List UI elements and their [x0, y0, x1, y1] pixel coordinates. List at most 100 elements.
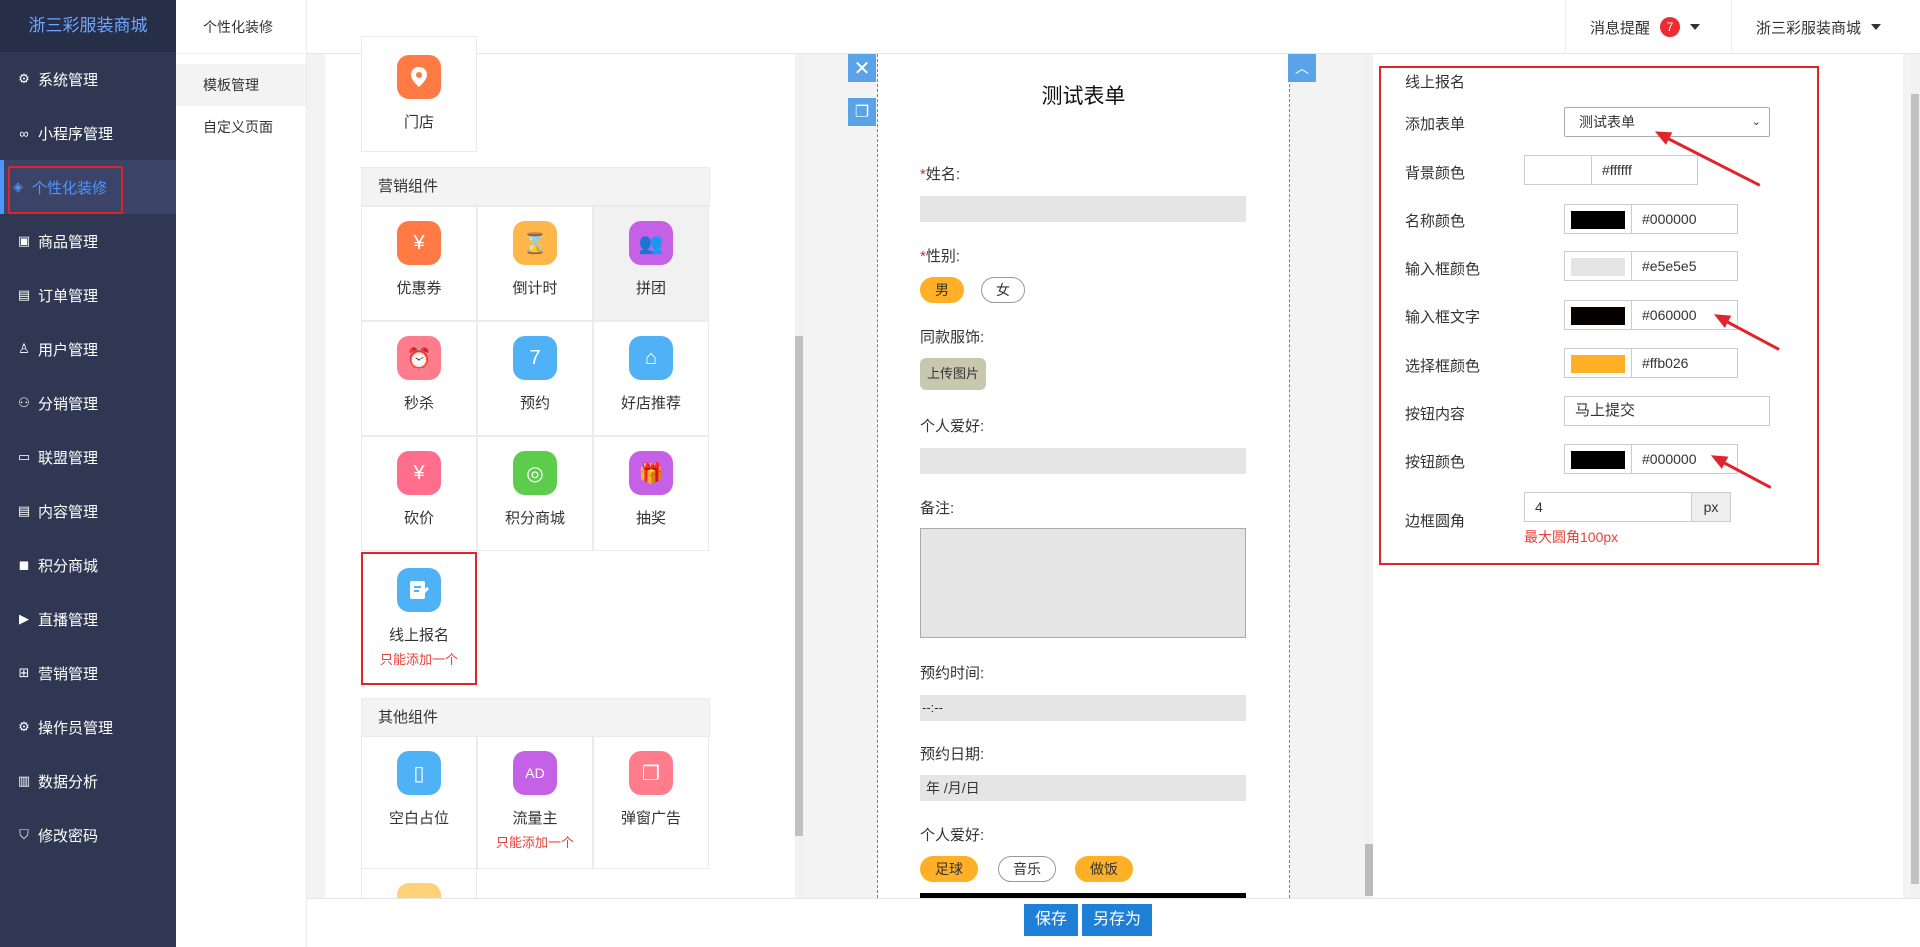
messages-label: 消息提醒 [1590, 19, 1651, 37]
user-icon: ♙ [18, 341, 30, 356]
save-button[interactable]: 保存 [1024, 904, 1078, 936]
bg-color-fill [1531, 162, 1585, 180]
component-marketing-7[interactable]: ¥ 砍价 [361, 436, 477, 551]
component-label: 积分商城 [504, 510, 565, 527]
component-other-2[interactable]: AD 流量主只能添加一个 [477, 736, 593, 869]
hobby-option-cooking[interactable]: 做饭 [1075, 856, 1133, 882]
name-color-input[interactable]: #000000 [1631, 204, 1738, 234]
sidebar-item-2[interactable]: ∞ 小程序管理 [0, 106, 176, 160]
chevron-down-icon: ⌄ [1751, 116, 1761, 128]
gender-option-male[interactable]: 男 [920, 277, 964, 303]
upload-image-button[interactable]: 上传图片 [920, 358, 986, 390]
component-label: 优惠券 [396, 280, 442, 297]
component-marketing-3[interactable]: 👥 拼团 [593, 206, 709, 321]
component-label: 秒杀 [403, 395, 434, 412]
component-partial[interactable] [361, 868, 477, 899]
remark-textarea[interactable] [920, 528, 1246, 638]
sidebar-item-1[interactable]: ⚙ 系统管理 [0, 52, 176, 106]
sidebar-item-label: 操作员管理 [38, 719, 114, 737]
radius-input[interactable]: 4 [1524, 492, 1692, 522]
gender-option-female[interactable]: 女 [981, 277, 1025, 303]
component-marketing-1[interactable]: ¥ 优惠券 [361, 206, 477, 321]
select-color-label: 选择框颜色 [1405, 358, 1481, 375]
component-store[interactable]: 门店 [361, 36, 477, 152]
name-input[interactable] [920, 196, 1246, 222]
sidebar-item-label: 小程序管理 [38, 125, 114, 143]
sidebar-item-8[interactable]: ▭ 联盟管理 [0, 430, 176, 484]
bg-color-swatch[interactable] [1524, 155, 1592, 185]
location-icon [397, 55, 441, 99]
hobby-option-football[interactable]: 足球 [920, 856, 978, 882]
alarm-icon: ⏰ [397, 336, 441, 380]
highlight-box-nav [8, 166, 123, 214]
field-label-hobby2: 个人爱好: [920, 827, 985, 844]
save-as-button[interactable]: 另存为 [1082, 904, 1152, 936]
sidebar-item-13[interactable]: ⚙ 操作员管理 [0, 700, 176, 754]
button-text-input[interactable]: 马上提交 [1564, 396, 1770, 426]
radius-hint: 最大圆角100px [1524, 529, 1619, 545]
component-marketing-6[interactable]: ⌂ 好店推荐 [593, 321, 709, 436]
radius-label: 边框圆角 [1405, 513, 1466, 530]
component-marketing-8[interactable]: ◎ 积分商城 [477, 436, 593, 551]
component-note: 只能添加一个 [495, 835, 574, 850]
name-color-swatch[interactable] [1564, 204, 1632, 234]
sidebar-item-14[interactable]: ▥ 数据分析 [0, 754, 176, 808]
copy-icon[interactable]: ❐ [848, 98, 876, 126]
component-label: 倒计时 [512, 280, 558, 297]
close-icon[interactable]: ✕ [848, 54, 876, 82]
component-marketing-2[interactable]: ⌛ 倒计时 [477, 206, 593, 321]
component-label: 预约 [519, 395, 550, 412]
hourglass-icon: ⌛ [513, 221, 557, 265]
input-bg-swatch[interactable] [1564, 251, 1632, 281]
bg-color-input[interactable]: #ffffff [1591, 155, 1698, 185]
time-input[interactable]: --:-- [920, 695, 1246, 721]
messages-dropdown[interactable]: 消息提醒 7 [1565, 0, 1731, 54]
component-marketing-9[interactable]: 🎁 抽奖 [593, 436, 709, 551]
shop-dropdown[interactable]: 浙三彩服装商城 [1731, 0, 1911, 54]
shop-icon: ⌂ [629, 336, 673, 380]
hobby-option-music[interactable]: 音乐 [998, 856, 1056, 882]
component-other-1[interactable]: ▯ 空白占位 [361, 736, 477, 869]
input-bg-input[interactable]: #e5e5e5 [1631, 251, 1738, 281]
sidebar-item-10[interactable]: ◼ 积分商城 [0, 538, 176, 592]
sidebar-item-11[interactable]: ▶ 直播管理 [0, 592, 176, 646]
sidebar-item-label: 内容管理 [38, 503, 99, 521]
component-marketing-5[interactable]: 7 预约 [477, 321, 593, 436]
component-label: 砍价 [403, 510, 434, 527]
hobby-input[interactable] [920, 448, 1246, 474]
page-scrollbar[interactable] [1910, 54, 1920, 898]
sidebar-item-label: 联盟管理 [38, 449, 99, 467]
network-icon: ⚇ [18, 395, 30, 410]
button-color-swatch[interactable] [1564, 444, 1632, 474]
sidebar-item-7[interactable]: ⚇ 分销管理 [0, 376, 176, 430]
sidebar-item-5[interactable]: ▤ 订单管理 [0, 268, 176, 322]
sidebar-item-9[interactable]: ▤ 内容管理 [0, 484, 176, 538]
subnav-item-template[interactable]: 模板管理 [176, 64, 306, 106]
subnav-item-custom-page[interactable]: 自定义页面 [176, 106, 306, 148]
input-text-swatch[interactable] [1564, 300, 1632, 330]
sidebar-item-15[interactable]: ⛉ 修改密码 [0, 808, 176, 862]
sidebar-item-label: 商品管理 [38, 233, 99, 251]
sidebar-item-12[interactable]: ⊞ 营销管理 [0, 646, 176, 700]
date-input[interactable]: 年 /月/日 [920, 775, 1246, 801]
select-color-swatch[interactable] [1564, 348, 1632, 378]
ad-icon: AD [513, 751, 557, 795]
bag-icon: ▣ [17, 233, 31, 248]
chevron-up-icon[interactable]: ︿ [1288, 54, 1316, 82]
brand-logo: 浙三彩服装商城 [0, 0, 176, 52]
component-online-signup[interactable]: 线上报名 只能添加一个 [361, 552, 477, 685]
preview-scrollbar[interactable] [1365, 54, 1373, 898]
sidebar-item-6[interactable]: ♙ 用户管理 [0, 322, 176, 376]
component-other-3[interactable]: ❐ 弹窗广告 [593, 736, 709, 869]
palette-scrollbar[interactable] [795, 54, 803, 898]
component-marketing-4[interactable]: ⏰ 秒杀 [361, 321, 477, 436]
component-note: 只能添加一个 [379, 652, 458, 667]
sidebar-item-4[interactable]: ▣ 商品管理 [0, 214, 176, 268]
name-color-label: 名称颜色 [1405, 213, 1466, 230]
component-label: 流量主 [512, 810, 558, 827]
select-color-input[interactable]: #ffb026 [1631, 348, 1738, 378]
input-text-label: 输入框文字 [1405, 309, 1481, 326]
chevron-down-icon [1690, 24, 1701, 30]
sidebar-item-label: 修改密码 [38, 827, 99, 845]
gear-icon: ⚙ [18, 719, 30, 734]
